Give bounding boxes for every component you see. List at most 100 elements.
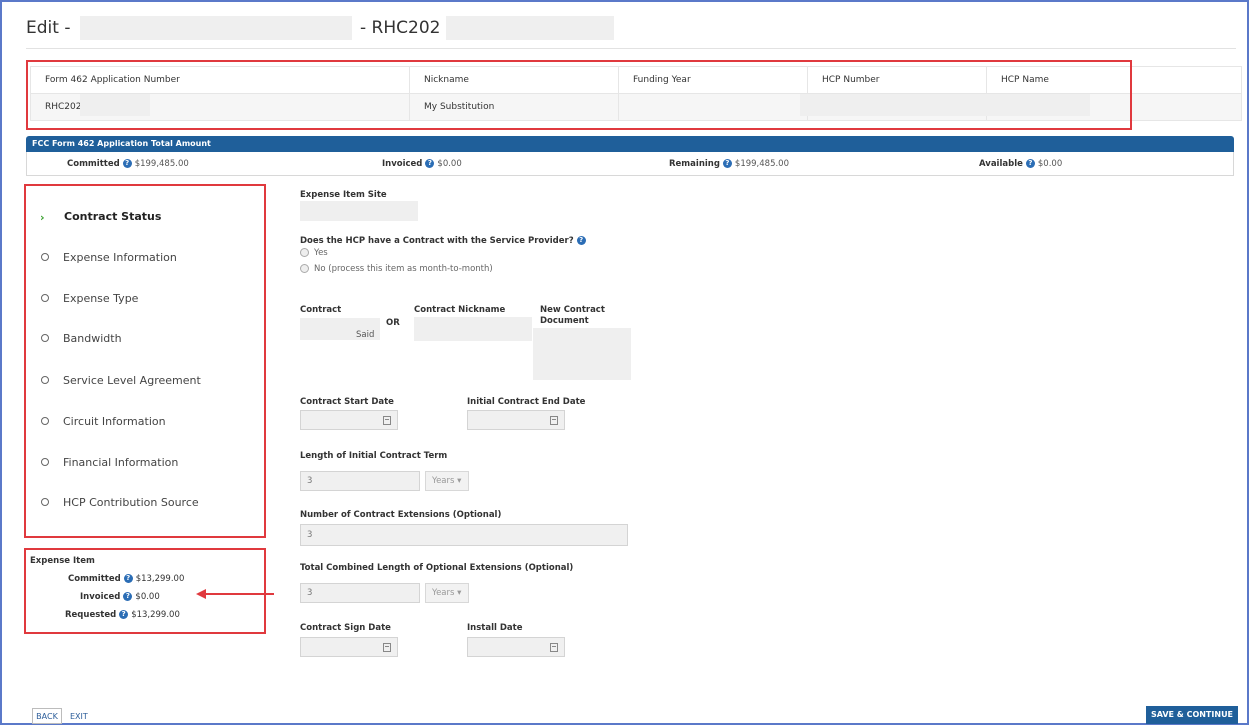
help-icon[interactable]: ? xyxy=(119,610,129,619)
highlight-box xyxy=(24,184,266,538)
totals-row: Committed? $199,485.00 Invoiced? $0.00 Rem… xyxy=(26,152,1234,176)
total-invoiced-value: $0.00 xyxy=(437,159,462,169)
help-icon[interactable]: ? xyxy=(425,159,435,168)
back-button[interactable]: BACK xyxy=(32,708,62,724)
or-text: OR xyxy=(386,318,400,328)
page-title-suffix: - RHC202 xyxy=(360,18,441,38)
help-icon[interactable]: ? xyxy=(123,592,133,601)
title-divider xyxy=(26,48,1236,49)
calendar-icon[interactable] xyxy=(383,643,391,652)
contract-nickname-input[interactable] xyxy=(414,317,532,341)
redacted-title-block xyxy=(80,16,352,40)
contract-sign-date-input[interactable] xyxy=(300,637,398,657)
total-committed: Committed? $199,485.00 xyxy=(67,159,189,169)
length-unit-value: Years xyxy=(432,476,455,486)
expense-committed-value: $13,299.00 xyxy=(135,574,185,584)
nav-item-contract-status[interactable]: › Contract Status xyxy=(40,210,162,224)
expense-invoiced-value: $0.00 xyxy=(135,592,160,602)
expense-item-site-label: Expense Item Site xyxy=(300,190,387,200)
total-invoiced: Invoiced? $0.00 xyxy=(382,159,462,169)
contract-label: Contract xyxy=(300,305,342,315)
circle-icon xyxy=(41,294,49,302)
expense-item-title: Expense Item xyxy=(30,556,95,566)
save-continue-button[interactable]: SAVE & CONTINUE xyxy=(1146,706,1238,724)
total-available-label: Available xyxy=(979,159,1023,169)
help-icon[interactable]: ? xyxy=(123,574,133,583)
radio-circle-icon xyxy=(300,264,309,273)
caret-down-icon: ▾ xyxy=(457,476,462,486)
total-invoiced-label: Invoiced xyxy=(382,159,423,169)
total-ext-length-input[interactable]: 3 xyxy=(300,583,420,603)
ext-unit-value: Years xyxy=(432,588,455,598)
contract-start-date-input[interactable] xyxy=(300,410,398,430)
nav-item-expense-type[interactable]: Expense Type xyxy=(40,292,138,305)
help-icon[interactable]: ? xyxy=(1025,159,1035,168)
chevron-right-icon: › xyxy=(40,211,45,224)
nav-item-hcp-contribution-source[interactable]: HCP Contribution Source xyxy=(40,496,199,509)
nav-item-circuit-information[interactable]: Circuit Information xyxy=(40,415,166,428)
nav-item-label: Service Level Agreement xyxy=(63,374,201,387)
expense-committed-label: Committed xyxy=(68,574,121,584)
expense-requested-label: Requested xyxy=(65,610,117,620)
expense-invoiced-label: Invoiced xyxy=(80,592,121,602)
total-ext-length-label: Total Combined Length of Optional Extens… xyxy=(300,563,574,573)
nav-item-label: Contract Status xyxy=(64,210,162,223)
radio-yes-label: Yes xyxy=(314,248,328,258)
expense-requested: Requested? $13,299.00 xyxy=(65,610,180,620)
highlight-box xyxy=(26,60,1132,130)
circle-icon xyxy=(41,458,49,466)
total-remaining-label: Remaining xyxy=(669,159,720,169)
redacted-block xyxy=(300,201,418,221)
circle-icon xyxy=(41,334,49,342)
help-icon[interactable]: ? xyxy=(122,159,132,168)
new-contract-document-label: New Contract Document xyxy=(540,305,605,326)
nav-item-bandwidth[interactable]: Bandwidth xyxy=(40,332,122,345)
contract-nickname-label: Contract Nickname xyxy=(414,305,506,315)
contract-question-label: Does the HCP have a Contract with the Se… xyxy=(300,236,589,246)
nav-item-label: Expense Type xyxy=(63,292,139,305)
redacted-title-block xyxy=(446,16,614,40)
install-date-input[interactable] xyxy=(467,637,565,657)
nav-item-label: HCP Contribution Source xyxy=(63,496,199,509)
expense-requested-value: $13,299.00 xyxy=(131,610,180,620)
page-title-prefix: Edit - xyxy=(26,18,71,38)
nav-item-label: Expense Information xyxy=(63,251,177,264)
caret-down-icon: ▾ xyxy=(457,588,462,598)
radio-no-label: No (process this item as month-to-month) xyxy=(314,264,493,274)
document-upload-area[interactable] xyxy=(533,328,631,380)
total-remaining: Remaining? $199,485.00 xyxy=(669,159,789,169)
nav-item-service-level-agreement[interactable]: Service Level Agreement xyxy=(40,374,201,387)
circle-icon xyxy=(41,417,49,425)
expense-invoiced: Invoiced? $0.00 xyxy=(80,592,160,602)
total-remaining-value: $199,485.00 xyxy=(734,159,789,169)
circle-icon xyxy=(41,253,49,261)
exit-link[interactable]: EXIT xyxy=(70,712,88,721)
num-extensions-input[interactable]: 3 xyxy=(300,524,628,546)
circle-icon xyxy=(41,498,49,506)
total-available-value: $0.00 xyxy=(1037,159,1063,169)
total-committed-label: Committed xyxy=(67,159,120,169)
help-icon[interactable]: ? xyxy=(576,236,586,245)
contract-start-date-label: Contract Start Date xyxy=(300,397,394,407)
page-title: Edit - xyxy=(26,18,70,38)
total-available: Available? $0.00 xyxy=(979,159,1062,169)
contract-sign-date-label: Contract Sign Date xyxy=(300,623,391,633)
length-initial-term-input[interactable]: 3 xyxy=(300,471,420,491)
nav-item-label: Bandwidth xyxy=(63,332,122,345)
calendar-icon[interactable] xyxy=(383,416,391,425)
nav-item-expense-information[interactable]: Expense Information xyxy=(40,251,177,264)
nav-item-financial-information[interactable]: Financial Information xyxy=(40,456,178,469)
length-unit-select[interactable]: Years ▾ xyxy=(425,471,469,491)
num-extensions-label: Number of Contract Extensions (Optional) xyxy=(300,510,502,520)
calendar-icon[interactable] xyxy=(550,643,558,652)
radio-circle-icon xyxy=(300,248,309,257)
ext-unit-select[interactable]: Years ▾ xyxy=(425,583,469,603)
initial-contract-end-date-input[interactable] xyxy=(467,410,565,430)
length-initial-term-label: Length of Initial Contract Term xyxy=(300,451,448,461)
contract-value: Said xyxy=(356,330,375,340)
nav-item-label: Financial Information xyxy=(63,456,179,469)
radio-no[interactable]: No (process this item as month-to-month) xyxy=(300,264,493,274)
calendar-icon[interactable] xyxy=(550,416,558,425)
help-icon[interactable]: ? xyxy=(722,159,732,168)
radio-yes[interactable]: Yes xyxy=(300,248,328,258)
